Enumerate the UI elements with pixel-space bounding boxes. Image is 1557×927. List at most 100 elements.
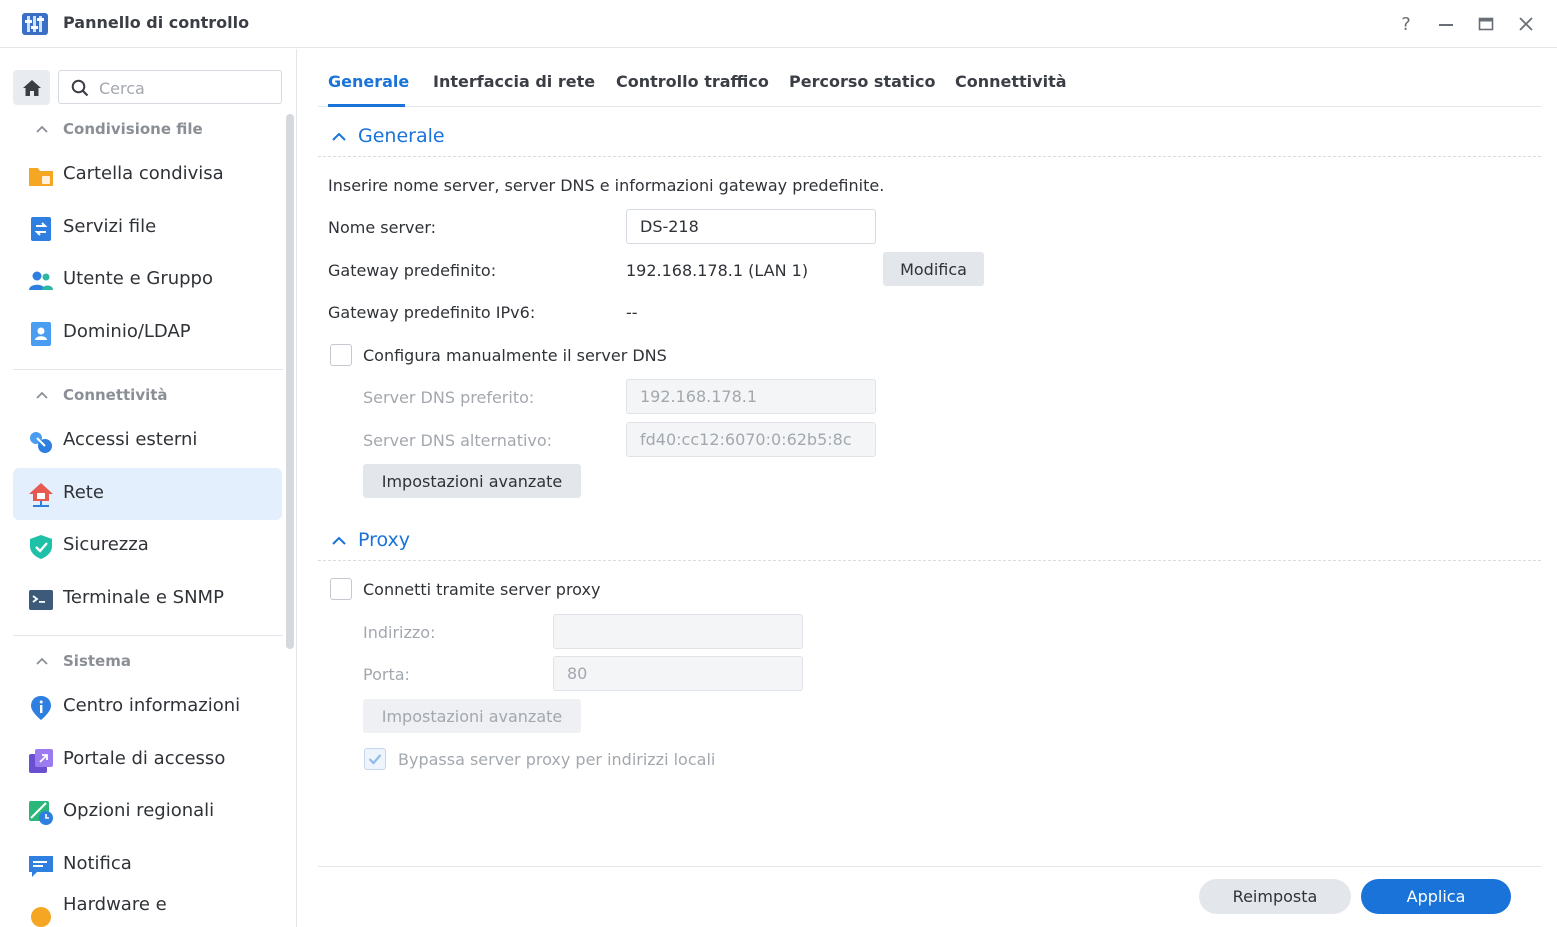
sidebar-item-label: Dominio/LDAP xyxy=(63,321,191,342)
section-header-general[interactable]: Generale xyxy=(318,117,1541,157)
sidebar-item-label: Servizi file xyxy=(63,216,157,237)
sidebar-item-label: Accessi esterni xyxy=(63,429,198,450)
group-label: Sistema xyxy=(63,652,131,670)
file-services-icon xyxy=(31,217,51,241)
tab-network-interface[interactable]: Interfaccia di rete xyxy=(433,72,595,91)
help-icon: ? xyxy=(1401,13,1411,35)
default-gateway-label: Gateway predefinito: xyxy=(328,261,497,280)
chevron-up-icon xyxy=(332,132,346,141)
search-input[interactable] xyxy=(99,76,274,100)
edit-gateway-button[interactable]: Modifica xyxy=(883,252,984,286)
proxy-address-label: Indirizzo: xyxy=(363,623,436,642)
default-gateway-value: 192.168.178.1 (LAN 1) xyxy=(626,261,809,280)
reset-button[interactable]: Reimposta xyxy=(1199,879,1351,914)
chevron-up-icon xyxy=(36,391,48,399)
external-access-icon xyxy=(30,432,52,453)
section-header-proxy[interactable]: Proxy xyxy=(318,521,1541,561)
minimize-icon xyxy=(1439,24,1453,26)
footer-divider xyxy=(318,866,1541,867)
tab-connectivity[interactable]: Connettività xyxy=(955,72,1067,91)
close-icon xyxy=(1519,17,1533,31)
sidebar-item-hardware[interactable]: Hardware e xyxy=(13,880,282,927)
server-name-label: Nome server: xyxy=(328,218,437,237)
sidebar-item-label: Rete xyxy=(63,482,104,503)
hardware-icon xyxy=(31,907,51,927)
help-button[interactable]: ? xyxy=(1394,12,1418,36)
sidebar-item-info-center[interactable]: Centro informazioni xyxy=(13,681,282,733)
terminal-icon xyxy=(29,590,53,610)
sidebar-item-label: Notifica xyxy=(63,853,132,874)
tab-general[interactable]: Generale xyxy=(328,72,409,91)
sidebar-item-login-portal[interactable]: Portale di accesso xyxy=(13,734,282,786)
sidebar-item-label: Utente e Gruppo xyxy=(63,268,213,289)
security-shield-icon xyxy=(30,535,52,559)
maximize-button[interactable] xyxy=(1474,12,1498,36)
home-button[interactable] xyxy=(13,70,50,105)
sidebar-item-file-services[interactable]: Servizi file xyxy=(13,202,282,254)
close-button[interactable] xyxy=(1514,12,1538,36)
tab-bar: Generale Interfaccia di rete Controllo t… xyxy=(318,49,1541,107)
sidebar-item-label: Sicurezza xyxy=(63,534,149,555)
proxy-checkbox[interactable] xyxy=(330,578,352,600)
sidebar-item-label: Opzioni regionali xyxy=(63,800,215,821)
user-group-icon xyxy=(29,271,53,290)
preferred-dns-label: Server DNS preferito: xyxy=(363,388,535,407)
home-icon xyxy=(22,79,41,96)
sidebar-item-label: Hardware e xyxy=(63,894,167,915)
active-tab-indicator xyxy=(328,104,405,107)
group-label: Condivisione file xyxy=(63,120,203,138)
maximize-icon xyxy=(1478,17,1494,31)
main-content: Generale Interfaccia di rete Controllo t… xyxy=(298,49,1557,927)
alternate-dns-input[interactable] xyxy=(626,422,876,457)
login-portal-icon xyxy=(29,749,53,773)
control-panel-app-icon xyxy=(22,13,48,35)
sidebar-item-network[interactable]: Rete xyxy=(13,468,282,520)
chevron-up-icon xyxy=(36,125,48,133)
sidebar-item-security[interactable]: Sicurezza xyxy=(13,520,282,572)
checkmark-icon xyxy=(368,754,382,765)
ipv6-gateway-value: -- xyxy=(626,303,638,322)
sidebar-item-domain-ldap[interactable]: Dominio/LDAP xyxy=(13,307,282,359)
manual-dns-label: Configura manualmente il server DNS xyxy=(363,346,667,365)
search-box[interactable] xyxy=(58,70,282,104)
notification-icon xyxy=(29,856,53,877)
sidebar-item-regional-options[interactable]: Opzioni regionali xyxy=(13,786,282,838)
server-name-input[interactable] xyxy=(626,209,876,244)
bypass-proxy-label: Bypassa server proxy per indirizzi local… xyxy=(398,750,716,769)
window-title: Pannello di controllo xyxy=(63,13,250,32)
shared-folder-icon xyxy=(29,168,53,186)
sidebar-divider xyxy=(13,635,283,636)
preferred-dns-input[interactable] xyxy=(626,379,876,414)
group-header-file-sharing[interactable]: Condivisione file xyxy=(13,114,283,144)
proxy-port-input[interactable] xyxy=(553,656,803,691)
sidebar-scrollbar[interactable] xyxy=(286,114,294,649)
sidebar-item-shared-folder[interactable]: Cartella condivisa xyxy=(13,149,282,201)
title-bar: Pannello di controllo ? xyxy=(0,0,1557,48)
group-header-connectivity[interactable]: Connettività xyxy=(13,380,283,410)
sidebar-item-label: Cartella condivisa xyxy=(63,163,224,184)
tab-traffic-control[interactable]: Controllo traffico xyxy=(616,72,769,91)
manual-dns-checkbox[interactable] xyxy=(330,344,352,366)
group-header-system[interactable]: Sistema xyxy=(13,646,283,676)
sidebar: Condivisione file Cartella condivisa Ser… xyxy=(0,49,297,927)
search-icon xyxy=(71,79,89,97)
sidebar-item-label: Portale di accesso xyxy=(63,748,226,769)
general-description: Inserire nome server, server DNS e infor… xyxy=(328,176,885,195)
sidebar-item-label: Terminale e SNMP xyxy=(63,587,224,608)
proxy-port-label: Porta: xyxy=(363,665,410,684)
proxy-address-input[interactable] xyxy=(553,614,803,649)
bypass-proxy-checkbox[interactable] xyxy=(364,748,386,770)
network-icon xyxy=(29,483,53,507)
apply-button[interactable]: Applica xyxy=(1361,879,1511,914)
chevron-up-icon xyxy=(36,657,48,665)
sidebar-item-terminal-snmp[interactable]: Terminale e SNMP xyxy=(13,573,282,625)
chevron-up-icon xyxy=(332,536,346,545)
section-title: Generale xyxy=(358,125,445,147)
dns-advanced-settings-button[interactable]: Impostazioni avanzate xyxy=(363,464,581,498)
tab-static-route[interactable]: Percorso statico xyxy=(789,72,936,91)
proxy-advanced-settings-button[interactable]: Impostazioni avanzate xyxy=(363,699,581,733)
sidebar-item-user-group[interactable]: Utente e Gruppo xyxy=(13,254,282,306)
sidebar-item-external-access[interactable]: Accessi esterni xyxy=(13,415,282,467)
minimize-button[interactable] xyxy=(1434,12,1458,36)
proxy-connect-label: Connetti tramite server proxy xyxy=(363,580,601,599)
